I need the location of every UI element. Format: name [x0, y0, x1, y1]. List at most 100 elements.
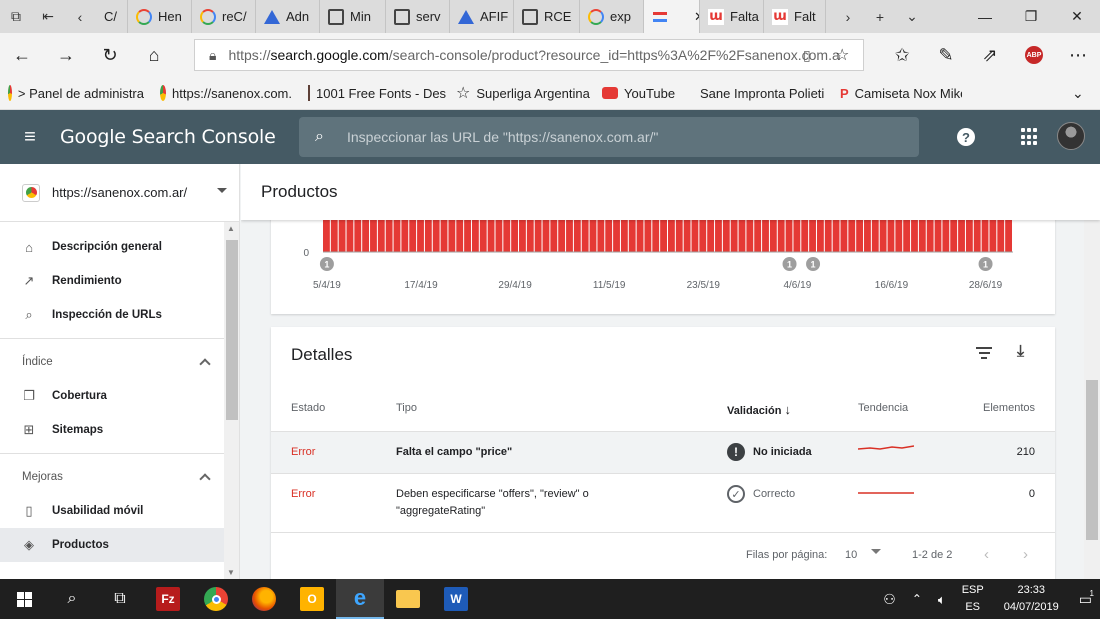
sidebar-scroll-thumb[interactable]	[226, 240, 238, 420]
menu-icon[interactable]: ≡	[0, 126, 60, 149]
main-scroll-thumb[interactable]	[1086, 380, 1098, 540]
url-inspection-search[interactable]: ⌕ Inspeccionar las URL de "https://sanen…	[299, 117, 919, 157]
sidebar-item-rendimiento[interactable]: ↗ Rendimiento	[0, 264, 239, 298]
prev-page-icon[interactable]: ‹	[984, 546, 989, 563]
favorite-star-icon[interactable]: ☆	[835, 45, 849, 65]
section-header-index[interactable]: Índice	[0, 345, 239, 379]
address-bar[interactable]: 🔒︎ https://search.google.com/search-cons…	[194, 39, 864, 71]
browser-tab[interactable]: ɯ Falta	[700, 0, 764, 33]
tab-preview-icon[interactable]: ⧉	[0, 0, 32, 33]
col-status[interactable]: Estado	[291, 402, 325, 414]
avatar[interactable]	[1057, 122, 1085, 150]
restore-icon[interactable]: ❐	[1008, 0, 1054, 33]
table-header: Estado Tipo Validación ↓ Tendencia Eleme…	[271, 387, 1055, 431]
notifications-icon[interactable]: ▭ 1	[1071, 589, 1100, 608]
favorite-link[interactable]: YouTube	[594, 86, 686, 101]
favorite-link[interactable]: 1001 Free Fonts - Des	[300, 85, 448, 101]
more-menu-icon[interactable]: ⋯	[1056, 33, 1100, 77]
file-explorer-icon[interactable]	[384, 579, 432, 619]
outlook-icon[interactable]: O	[288, 579, 336, 619]
word-icon[interactable]: W	[432, 579, 480, 619]
col-items[interactable]: Elementos	[983, 402, 1035, 414]
chart-annotation[interactable]: 1	[319, 257, 334, 271]
chart-annotation[interactable]: 1	[782, 257, 797, 271]
col-validation[interactable]: Validación ↓	[727, 402, 791, 417]
chevron-up-icon	[199, 358, 211, 370]
reading-view-icon[interactable]: ▯	[803, 47, 811, 64]
table-row[interactable]: Error Deben especificarse "offers", "rev…	[271, 473, 1055, 533]
chart-annotation[interactable]: 1	[978, 257, 993, 271]
system-tray: ⚇ ⌃ 🔈︎ ESP ES 23:33 04/07/2019 ▭ 1	[875, 579, 1100, 619]
main-scrollbar[interactable]	[1084, 220, 1100, 579]
search-icon[interactable]: ⌕	[48, 579, 96, 619]
download-icon[interactable]: ⤓	[1017, 343, 1024, 361]
browser-tab[interactable]: reC/	[192, 0, 256, 33]
browser-tab[interactable]: ✕	[644, 0, 700, 33]
chrome-icon[interactable]	[192, 579, 240, 619]
sidebar-scrollbar[interactable]: ▲ ▼	[224, 222, 239, 579]
browser-tab[interactable]: Hen	[128, 0, 192, 33]
close-window-icon[interactable]: ✕	[1054, 0, 1100, 33]
table-row[interactable]: Error Falta el campo "price" ! No inicia…	[271, 431, 1055, 473]
filter-icon[interactable]	[976, 347, 992, 361]
favorite-link[interactable]: > Panel de administra	[0, 85, 152, 101]
new-tab-icon[interactable]: +	[864, 0, 896, 33]
favorite-link[interactable]: Sane Impronta Polieti	[686, 86, 832, 101]
clock[interactable]: 23:33 04/07/2019	[992, 582, 1071, 616]
forward-arrow-icon[interactable]: →	[44, 33, 88, 77]
favorite-link[interactable]: ☆ Superliga Argentina F	[448, 83, 594, 103]
back-arrow-icon[interactable]: ←	[0, 33, 44, 77]
start-button[interactable]	[0, 579, 48, 619]
browser-tab[interactable]: ɯ Falt	[764, 0, 826, 33]
notification-count: 1	[1089, 588, 1094, 598]
tab-list-chevron-icon[interactable]: ⌄	[896, 0, 928, 33]
chart-annotation[interactable]: 1	[806, 257, 821, 271]
chevron-up-icon[interactable]: ⌃	[904, 591, 930, 608]
property-selector[interactable]: https://sanenox.com.ar/	[0, 164, 239, 222]
favorite-link[interactable]: https://sanenox.com.	[152, 85, 300, 101]
people-icon[interactable]: ⚇	[875, 591, 904, 608]
next-page-icon[interactable]: ›	[1023, 546, 1028, 563]
col-type[interactable]: Tipo	[396, 402, 417, 414]
tabs-scroll-right-icon[interactable]: ›	[832, 0, 864, 33]
favorites-chevron-icon[interactable]: ⌄	[1072, 85, 1084, 102]
edge-icon[interactable]: e	[336, 579, 384, 619]
browser-tab[interactable]: AFIF	[450, 0, 514, 33]
tab-label: Hen	[158, 9, 182, 24]
search-console-icon	[652, 9, 668, 25]
section-header-improvements[interactable]: Mejoras	[0, 460, 239, 494]
sidebar-item-usabilidad-m-vil[interactable]: ▯ Usabilidad móvil	[0, 494, 239, 528]
share-icon[interactable]: ⇗	[968, 33, 1012, 77]
sidebar-item-productos[interactable]: ◈ Productos	[0, 528, 239, 562]
sidebar-item-sitemaps[interactable]: ⊞ Sitemaps	[0, 413, 239, 447]
browser-tab[interactable]: Adn	[256, 0, 320, 33]
dropdown-caret-icon	[217, 188, 227, 193]
browser-tab[interactable]: serv	[386, 0, 450, 33]
sidebar-item-descripci-n-general[interactable]: ⌂ Descripción general	[0, 230, 239, 264]
pen-icon[interactable]: ✎	[924, 33, 968, 77]
rows-per-page-select[interactable]: 10	[845, 549, 857, 561]
browser-tab[interactable]: exp	[580, 0, 644, 33]
favorite-link[interactable]: P Camiseta Nox Mike -	[832, 86, 962, 101]
task-view-icon[interactable]: ⧉	[96, 579, 144, 619]
home-icon[interactable]: ⌂	[132, 33, 176, 77]
language-indicator[interactable]: ESP ES	[954, 582, 992, 616]
sidebar-item-cobertura[interactable]: ❐ Cobertura	[0, 379, 239, 413]
chevron-down-icon[interactable]	[871, 549, 881, 554]
adblock-button[interactable]: ABP	[1012, 33, 1056, 77]
set-aside-tabs-icon[interactable]: ⇤	[32, 0, 64, 33]
apps-grid-icon[interactable]	[1021, 128, 1039, 146]
firefox-icon[interactable]	[240, 579, 288, 619]
sidebar-item-inspecci-n-de-urls[interactable]: ⌕ Inspección de URLs	[0, 298, 239, 332]
browser-tab[interactable]: RCE	[514, 0, 580, 33]
help-icon[interactable]: ?	[957, 128, 975, 146]
col-trend[interactable]: Tendencia	[858, 402, 908, 414]
volume-icon[interactable]: 🔈︎	[930, 591, 954, 608]
refresh-icon[interactable]: ↻	[88, 33, 132, 77]
filezilla-icon[interactable]: Fz	[144, 579, 192, 619]
favorites-hub-icon[interactable]: ✩	[880, 33, 924, 77]
tabs-scroll-left-icon[interactable]: ‹	[64, 0, 96, 33]
browser-tab[interactable]: C/	[96, 0, 128, 33]
browser-tab[interactable]: Min	[320, 0, 386, 33]
minimize-icon[interactable]: —	[962, 0, 1008, 33]
